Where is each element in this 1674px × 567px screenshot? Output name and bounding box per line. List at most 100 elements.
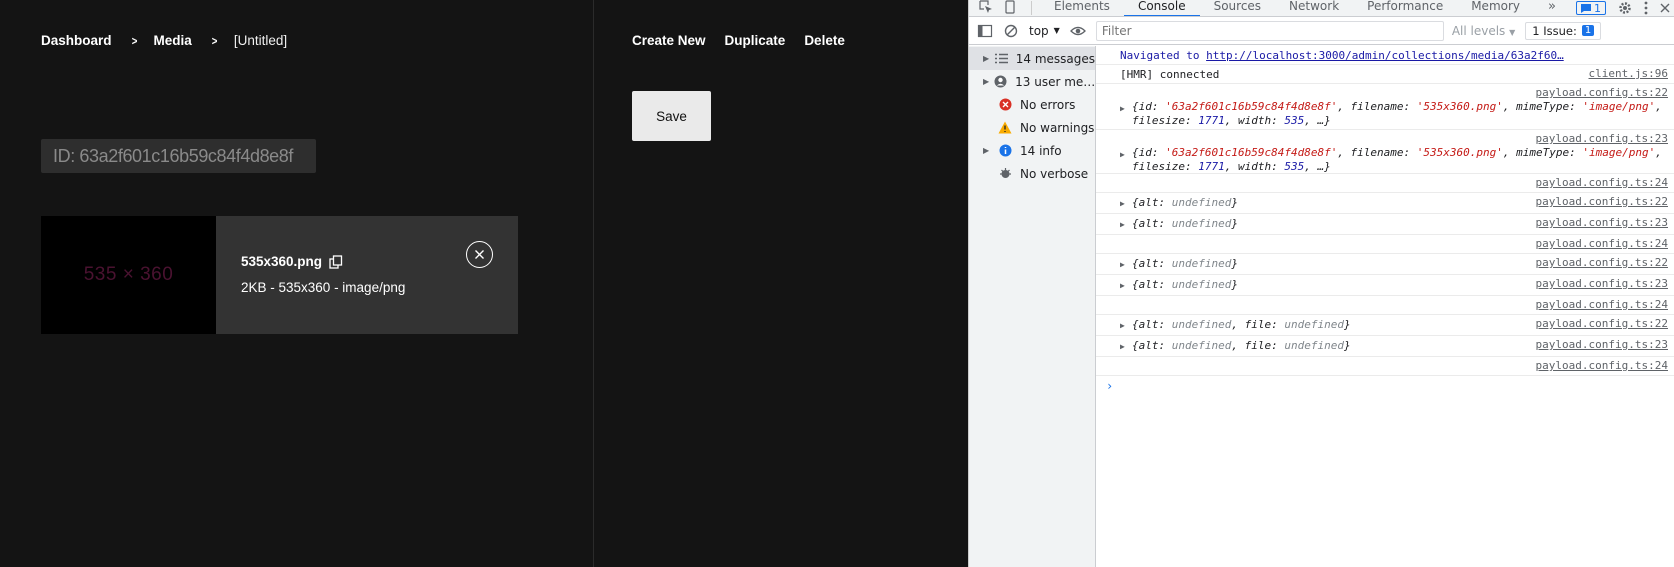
kebab-menu-icon[interactable]: [1644, 1, 1648, 15]
source-link[interactable]: payload.config.ts:22: [1536, 256, 1668, 269]
tab-elements[interactable]: Elements: [1040, 0, 1124, 16]
console-prompt-row[interactable]: ›: [1096, 376, 1674, 398]
source-link[interactable]: payload.config.ts:24: [1536, 176, 1668, 189]
sidebar-item-label: No errors: [1020, 97, 1076, 112]
log-row-object[interactable]: ▶ {alt: undefined, file: undefined} payl…: [1096, 336, 1674, 357]
sidebar-item-messages[interactable]: ▶ 14 messages: [969, 47, 1095, 70]
log-row-hmr: [HMR] connected client.js:96: [1096, 65, 1674, 84]
gear-icon[interactable]: [1618, 1, 1632, 15]
expand-triangle-icon[interactable]: ▶: [1120, 321, 1125, 330]
console-body: ▶ 14 messages ▶ 13 user me… ▶ No errors: [969, 46, 1674, 567]
warning-icon: [998, 121, 1012, 135]
sidebar-item-warnings[interactable]: ▶ No warnings: [969, 116, 1095, 139]
source-link[interactable]: payload.config.ts:24: [1536, 237, 1668, 250]
expand-triangle-icon[interactable]: ▶: [1120, 199, 1125, 208]
tab-memory[interactable]: Memory: [1457, 0, 1534, 16]
breadcrumb-media[interactable]: Media: [154, 33, 192, 48]
obj-undefined: undefined: [1171, 217, 1232, 230]
sidebar-item-verbose[interactable]: ▶ No verbose: [969, 162, 1095, 185]
expand-triangle-icon[interactable]: ▶: [1120, 281, 1125, 290]
app-panel: Dashboard > Media > [Untitled] ID: 63a2f…: [0, 0, 968, 567]
obj-width: 535: [1284, 114, 1305, 127]
expand-triangle-icon[interactable]: ▶: [1120, 150, 1125, 159]
prompt-chevron-icon: ›: [1106, 379, 1114, 393]
log-row-object[interactable]: payload.config.ts:23 ▶ {id: '63a2f601c16…: [1096, 130, 1674, 174]
messages-badge[interactable]: 1: [1576, 1, 1606, 15]
source-link[interactable]: payload.config.ts:22: [1536, 86, 1668, 99]
remove-file-button[interactable]: [466, 241, 493, 268]
obj-id: '63a2f601c16b59c84f4d8e8f': [1165, 146, 1338, 159]
source-link[interactable]: payload.config.ts:24: [1536, 359, 1668, 372]
obj-filename: '535x360.png': [1416, 146, 1503, 159]
expand-triangle-icon[interactable]: ▶: [1120, 342, 1125, 351]
log-row-object[interactable]: ▶ {alt: undefined} payload.config.ts:22: [1096, 254, 1674, 275]
sidebar-toggle-icon[interactable]: [977, 23, 993, 39]
tab-console[interactable]: Console: [1123, 0, 1200, 16]
clear-console-icon[interactable]: [1003, 23, 1019, 39]
filter-input[interactable]: [1095, 20, 1444, 41]
log-row-object[interactable]: payload.config.ts:22 ▶ {id: '63a2f601c16…: [1096, 84, 1674, 130]
log-row-object[interactable]: ▶ {alt: undefined} payload.config.ts:23: [1096, 275, 1674, 296]
expand-triangle-icon[interactable]: ▶: [1120, 260, 1125, 269]
source-link[interactable]: client.js:96: [1589, 67, 1668, 80]
obj-undefined: undefined: [1284, 339, 1344, 352]
save-button[interactable]: Save: [632, 91, 711, 141]
devtools-tabbar: Elements Console Sources Network Perform…: [969, 0, 1674, 17]
file-thumbnail: 535 × 360: [41, 216, 216, 334]
create-new-button[interactable]: Create New: [632, 33, 706, 48]
sidebar-item-label: 13 user me…: [1015, 74, 1095, 89]
source-link[interactable]: payload.config.ts:22: [1536, 317, 1668, 330]
chevron-right-icon: >: [131, 33, 137, 48]
log-message: [HMR] connected: [1120, 68, 1220, 81]
sidebar-item-label: 14 messages: [1015, 51, 1095, 66]
device-toolbar-icon[interactable]: [1003, 0, 1017, 14]
expand-arrow-icon: ▶: [983, 54, 990, 63]
obj-undefined: undefined: [1171, 318, 1232, 331]
log-row-empty: payload.config.ts:24: [1096, 235, 1674, 254]
user-icon: [994, 75, 1007, 89]
log-row-object[interactable]: ▶ {alt: undefined} payload.config.ts:23: [1096, 214, 1674, 235]
expand-triangle-icon[interactable]: ▶: [1120, 104, 1125, 113]
caret-down-icon: ▼: [1053, 26, 1060, 35]
log-row-object[interactable]: ▶ {alt: undefined} payload.config.ts:22: [1096, 193, 1674, 214]
tab-network[interactable]: Network: [1275, 0, 1353, 16]
obj-filesize: 1771: [1198, 114, 1225, 127]
source-link[interactable]: payload.config.ts:22: [1536, 195, 1668, 208]
breadcrumb-dashboard[interactable]: Dashboard: [41, 33, 112, 48]
sidebar-item-info[interactable]: ▶ 14 info: [969, 139, 1095, 162]
tab-sources[interactable]: Sources: [1200, 0, 1275, 16]
more-tabs-button[interactable]: »: [1534, 0, 1570, 16]
source-link[interactable]: payload.config.ts:24: [1536, 298, 1668, 311]
sidebar-item-errors[interactable]: ▶ No errors: [969, 93, 1095, 116]
obj-filename: '535x360.png': [1416, 100, 1503, 113]
expand-triangle-icon[interactable]: ▶: [1120, 220, 1125, 229]
source-link[interactable]: payload.config.ts:23: [1536, 338, 1668, 351]
error-icon: [998, 98, 1012, 112]
eye-icon[interactable]: [1069, 23, 1086, 39]
delete-button[interactable]: Delete: [804, 33, 845, 48]
duplicate-button[interactable]: Duplicate: [725, 33, 786, 48]
source-link[interactable]: payload.config.ts:23: [1536, 216, 1668, 229]
tab-performance[interactable]: Performance: [1353, 0, 1457, 16]
copy-icon[interactable]: [329, 254, 343, 269]
obj-id: '63a2f601c16b59c84f4d8e8f': [1165, 100, 1338, 113]
log-row-empty: payload.config.ts:24: [1096, 357, 1674, 376]
devtools-panel: Elements Console Sources Network Perform…: [968, 0, 1674, 567]
issues-button[interactable]: 1 Issue: 1: [1525, 21, 1602, 40]
obj-mime: 'image/png': [1582, 146, 1656, 159]
sidebar-item-user-messages[interactable]: ▶ 13 user me…: [969, 70, 1095, 93]
context-select[interactable]: top ▼: [1029, 24, 1060, 38]
inspect-element-icon[interactable]: [979, 0, 993, 14]
sidebar-item-label: No warnings: [1020, 120, 1095, 135]
navigated-url-link[interactable]: http://localhost:3000/admin/collections/…: [1206, 49, 1564, 62]
issues-label: 1 Issue:: [1532, 23, 1577, 38]
file-details: 2KB - 535x360 - image/png: [241, 280, 406, 295]
source-link[interactable]: payload.config.ts:23: [1536, 132, 1668, 145]
console-sidebar: ▶ 14 messages ▶ 13 user me… ▶ No errors: [969, 46, 1096, 567]
source-link[interactable]: payload.config.ts:23: [1536, 277, 1668, 290]
close-devtools-icon[interactable]: [1660, 3, 1670, 13]
console-log: Navigated to http://localhost:3000/admin…: [1096, 46, 1674, 567]
log-levels-select[interactable]: All levels ▼: [1452, 24, 1515, 38]
breadcrumb-current: [Untitled]: [233, 33, 288, 48]
log-row-object[interactable]: ▶ {alt: undefined, file: undefined} payl…: [1096, 315, 1674, 336]
